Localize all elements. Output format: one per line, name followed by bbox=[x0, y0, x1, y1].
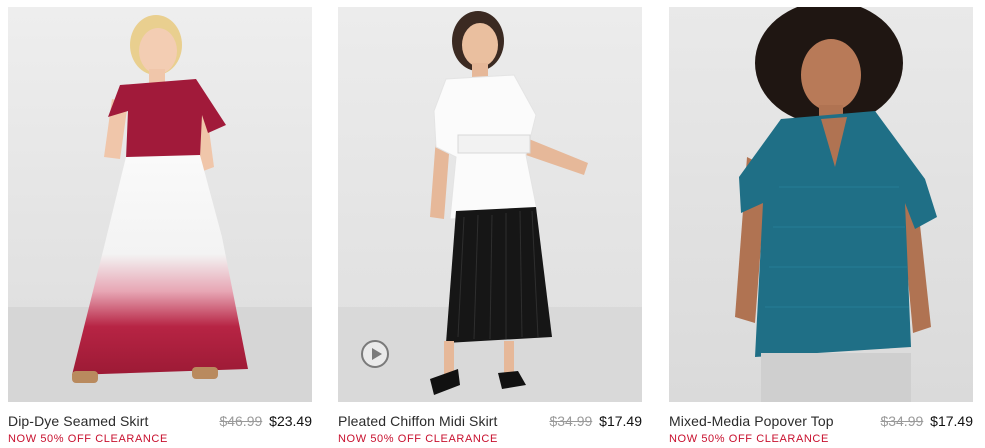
product-card[interactable]: Mixed-Media Popover Top $34.99 $17.49 NO… bbox=[669, 7, 973, 448]
clearance-label: NOW 50% OFF CLEARANCE bbox=[338, 433, 498, 445]
price-group: $34.99 $17.49 bbox=[880, 413, 973, 429]
clearance-label: NOW 50% OFF CLEARANCE bbox=[669, 433, 829, 445]
sale-price: $17.49 bbox=[930, 413, 973, 429]
product-grid: Dip-Dye Seamed Skirt $46.99 $23.49 NOW 5… bbox=[0, 0, 985, 448]
product-name-link[interactable]: Pleated Chiffon Midi Skirt bbox=[338, 413, 498, 429]
play-icon[interactable] bbox=[361, 340, 389, 368]
original-price: $46.99 bbox=[219, 413, 263, 429]
model-photo-popover-top bbox=[669, 7, 973, 402]
product-name-link[interactable]: Dip-Dye Seamed Skirt bbox=[8, 413, 149, 429]
original-price: $34.99 bbox=[880, 413, 924, 429]
sale-price: $23.49 bbox=[269, 413, 312, 429]
model-photo-dip-dye-skirt bbox=[8, 7, 312, 402]
original-price: $34.99 bbox=[549, 413, 593, 429]
price-group: $34.99 $17.49 bbox=[549, 413, 642, 429]
sale-price: $17.49 bbox=[599, 413, 642, 429]
price-group: $46.99 $23.49 bbox=[219, 413, 312, 429]
product-card[interactable]: Dip-Dye Seamed Skirt $46.99 $23.49 NOW 5… bbox=[8, 7, 312, 448]
product-image[interactable] bbox=[669, 7, 973, 402]
clearance-label: NOW 50% OFF CLEARANCE bbox=[8, 433, 168, 445]
product-name-link[interactable]: Mixed-Media Popover Top bbox=[669, 413, 834, 429]
product-image[interactable] bbox=[8, 7, 312, 402]
product-card[interactable]: Pleated Chiffon Midi Skirt $34.99 $17.49… bbox=[338, 7, 642, 448]
